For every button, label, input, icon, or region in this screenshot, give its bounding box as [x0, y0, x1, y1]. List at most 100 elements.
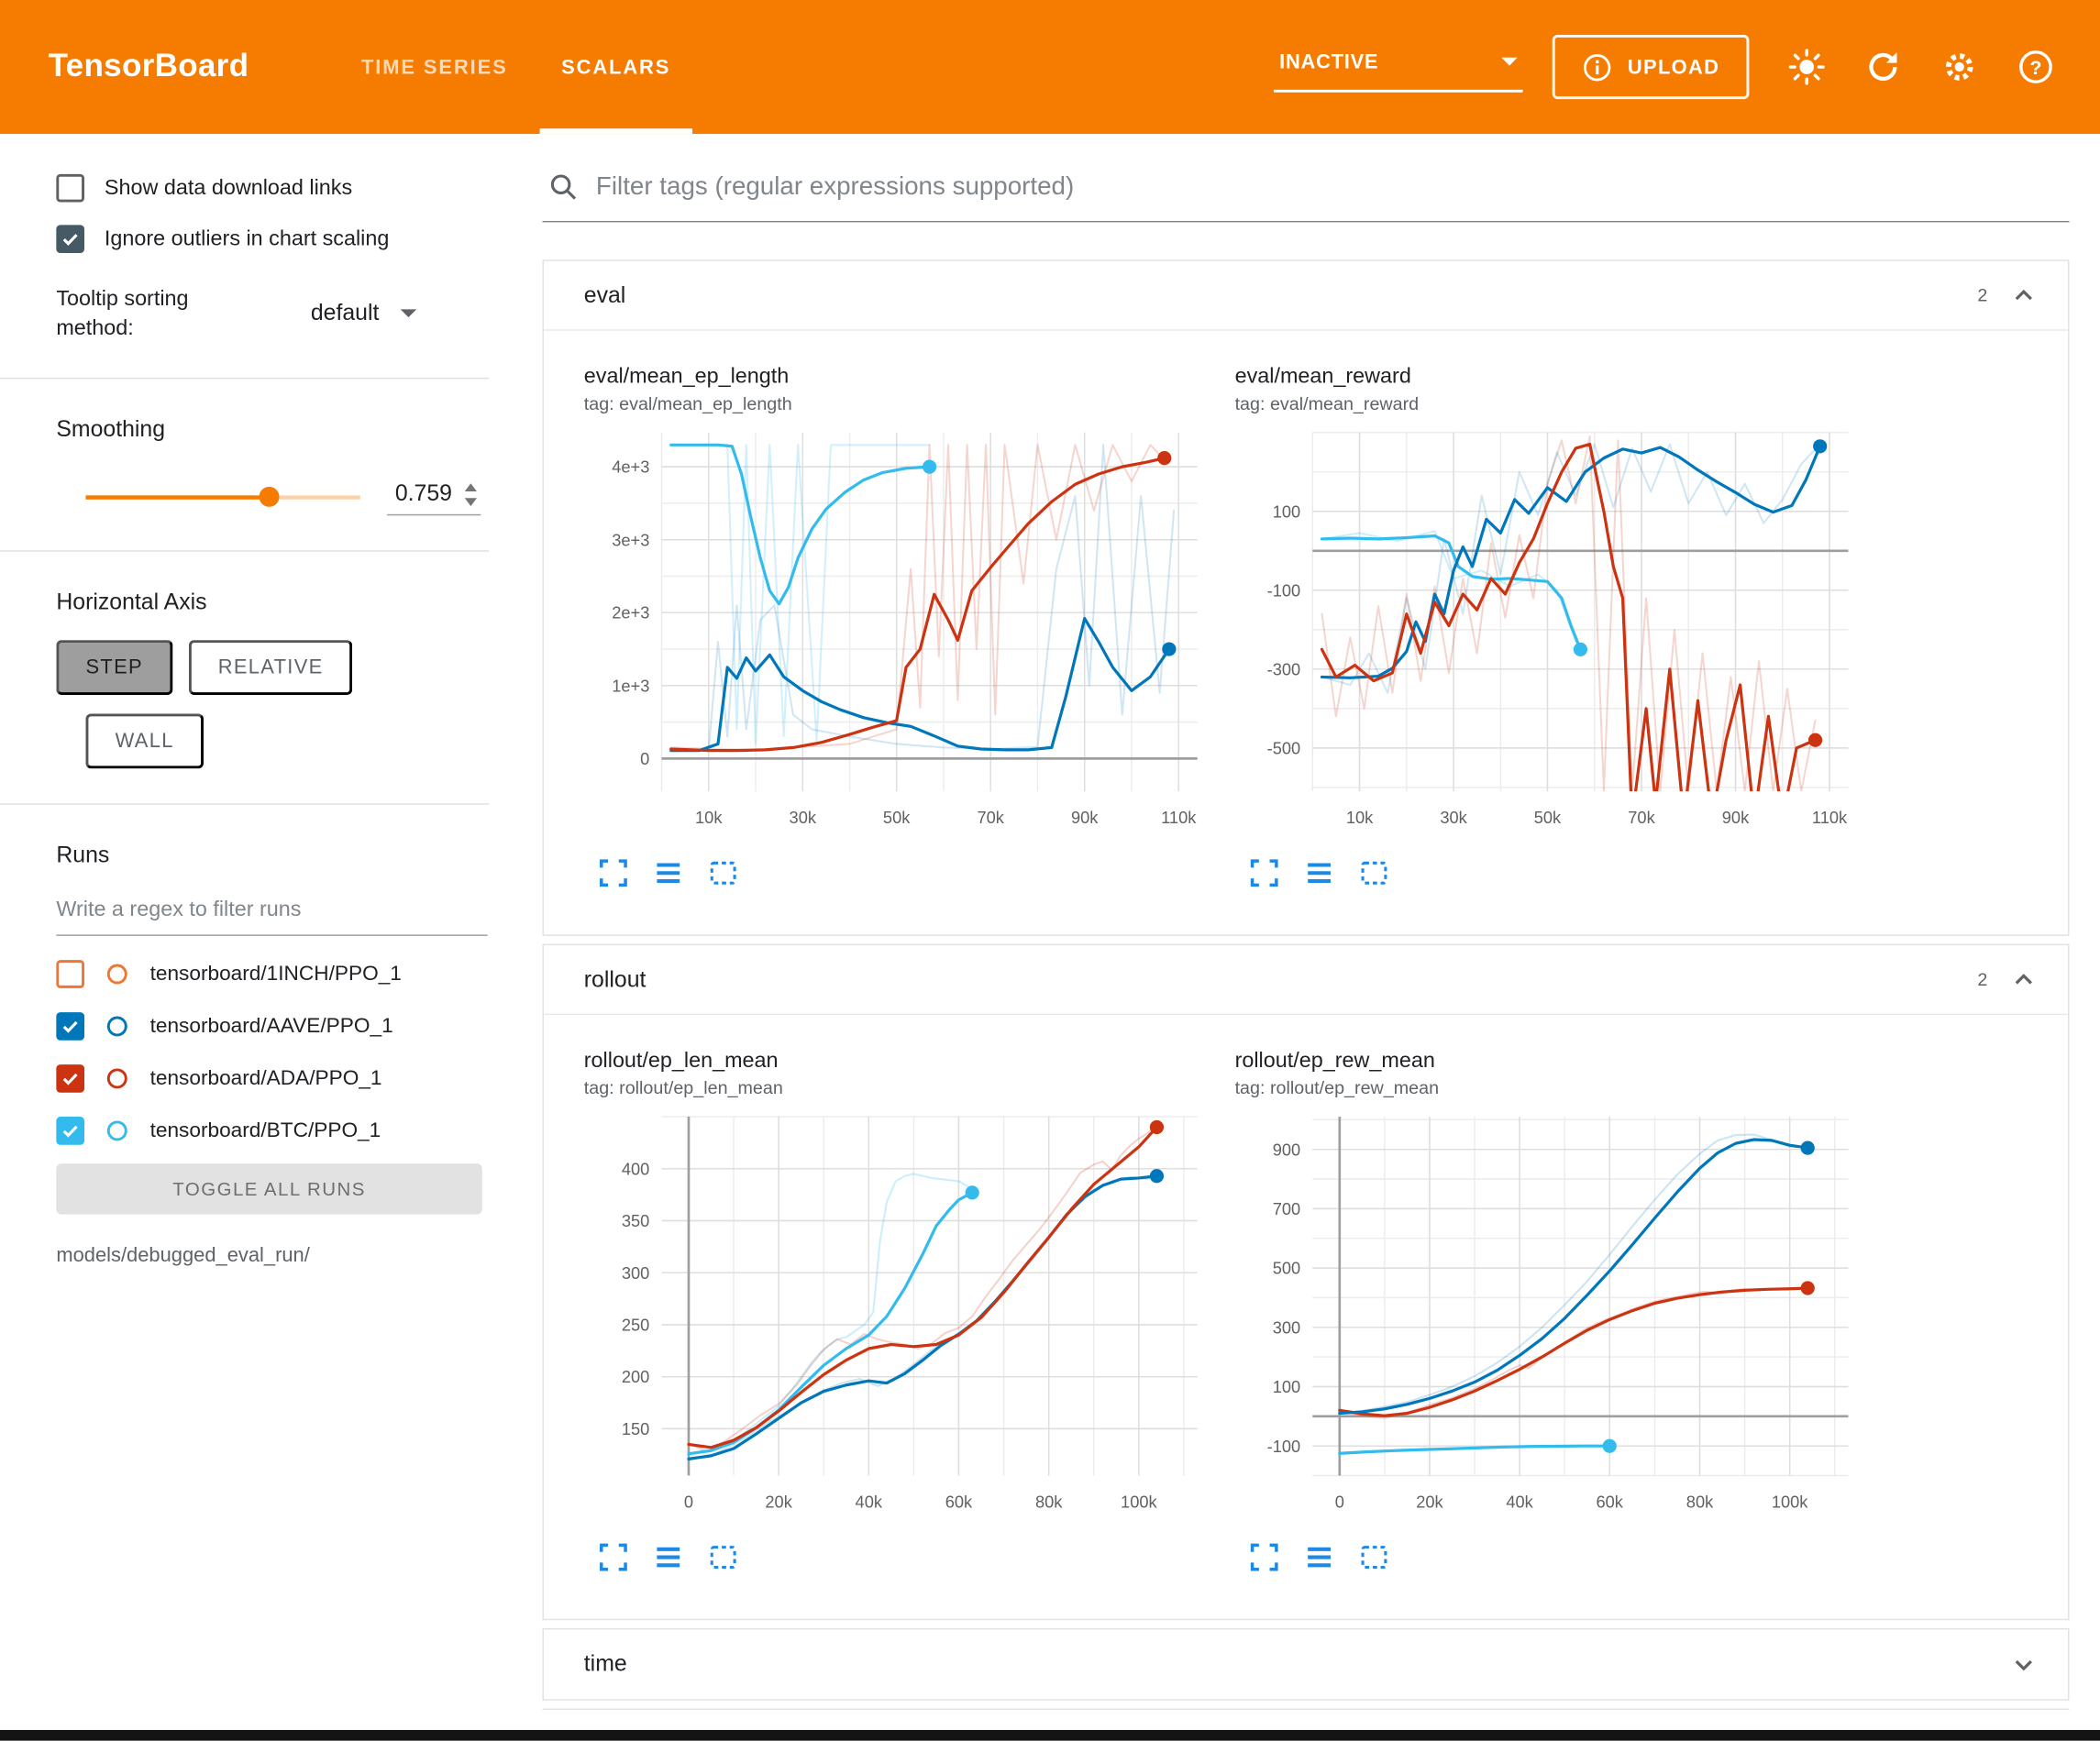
- svg-text:40k: 40k: [1506, 1493, 1533, 1512]
- run-row-ada[interactable]: tensorboard/ADA/PPO_1: [56, 1064, 489, 1093]
- search-icon: [547, 171, 579, 203]
- svg-text:110k: 110k: [1812, 808, 1848, 827]
- chevron-down-icon[interactable]: [2009, 1649, 2039, 1679]
- section-rollout: rollout 2 rollout/ep_len_mean tag: rollo…: [543, 944, 2070, 1621]
- app-header: TensorBoard TIME SERIES SCALARS INACTIVE…: [0, 0, 2100, 134]
- fit-data-icon[interactable]: [707, 1541, 739, 1573]
- settings-sidebar: Show data download links Ignore outliers…: [0, 134, 523, 1741]
- svg-text:500: 500: [1273, 1259, 1300, 1278]
- run-checkbox[interactable]: [56, 1064, 84, 1093]
- line-chart[interactable]: 020k40k60k80k100k-100100300500700900: [1235, 1106, 1864, 1527]
- svg-text:70k: 70k: [977, 808, 1004, 827]
- svg-text:20k: 20k: [765, 1493, 792, 1512]
- fit-data-icon[interactable]: [1358, 857, 1390, 889]
- fit-data-icon[interactable]: [707, 857, 739, 889]
- section-eval-header[interactable]: eval 2: [544, 261, 2068, 331]
- horizontal-axis-label: Horizontal Axis: [56, 590, 489, 616]
- svg-text:0: 0: [640, 749, 649, 768]
- smoothing-slider-fill: [85, 496, 270, 500]
- section-rollout-header[interactable]: rollout 2: [544, 945, 2068, 1015]
- chart-rollout-ep-len-mean: rollout/ep_len_mean tag: rollout/ep_len_…: [584, 1050, 1213, 1573]
- svg-text:100: 100: [1273, 501, 1300, 521]
- line-chart[interactable]: 10k30k50k70k90k110k01e+32e+33e+34e+3: [584, 422, 1213, 843]
- upload-button[interactable]: UPLOAD: [1553, 35, 1749, 99]
- ignore-outliers-checkbox[interactable]: Ignore outliers in chart scaling: [56, 225, 489, 253]
- chevron-up-icon[interactable]: [2009, 964, 2039, 994]
- svg-text:40k: 40k: [856, 1493, 883, 1512]
- svg-text:80k: 80k: [1035, 1493, 1063, 1512]
- chart-toolbar: [584, 857, 1213, 889]
- expand-chart-icon[interactable]: [597, 857, 629, 889]
- spinner-arrows-icon[interactable]: [463, 481, 478, 507]
- toggle-all-runs-button[interactable]: TOGGLE ALL RUNS: [56, 1163, 481, 1214]
- section-eval: eval 2 eval/mean_ep_length tag: eval/mea…: [543, 259, 2070, 936]
- checkbox-icon[interactable]: [56, 225, 84, 253]
- svg-text:30k: 30k: [790, 808, 817, 827]
- chart-menu-icon[interactable]: [1303, 857, 1335, 889]
- svg-text:4e+3: 4e+3: [612, 457, 649, 477]
- axis-step-button[interactable]: STEP: [56, 640, 172, 695]
- tooltip-sorting-dropdown[interactable]: default: [311, 300, 416, 329]
- svg-text:1e+3: 1e+3: [612, 676, 649, 695]
- chevron-up-icon[interactable]: [2009, 281, 2039, 310]
- svg-text:50k: 50k: [1534, 808, 1562, 827]
- svg-text:-100: -100: [1267, 1437, 1301, 1456]
- expand-chart-icon[interactable]: [597, 1541, 629, 1573]
- main-tabs: TIME SERIES SCALARS: [335, 0, 698, 134]
- status-dropdown[interactable]: INACTIVE: [1274, 42, 1523, 92]
- runs-filter-input[interactable]: [56, 891, 487, 937]
- run-color-ring[interactable]: [107, 964, 127, 985]
- chart-menu-icon[interactable]: [652, 1541, 684, 1573]
- smoothing-value-input[interactable]: 0.759: [387, 479, 481, 516]
- checkbox-icon[interactable]: [56, 174, 84, 203]
- run-row-1inch[interactable]: tensorboard/1INCH/PPO_1: [56, 960, 489, 988]
- run-checkbox[interactable]: [56, 1117, 84, 1145]
- help-icon[interactable]: ?: [2017, 49, 2055, 86]
- axis-wall-button[interactable]: WALL: [85, 714, 203, 769]
- svg-text:300: 300: [1273, 1317, 1300, 1337]
- chevron-down-icon: [401, 309, 417, 317]
- run-row-aave[interactable]: tensorboard/AAVE/PPO_1: [56, 1012, 489, 1041]
- svg-text:70k: 70k: [1628, 808, 1655, 827]
- svg-text:60k: 60k: [945, 1493, 973, 1512]
- tab-time-series[interactable]: TIME SERIES: [335, 0, 535, 134]
- run-checkbox[interactable]: [56, 1012, 84, 1041]
- chart-toolbar: [1235, 1541, 1864, 1573]
- svg-text:50k: 50k: [883, 808, 911, 827]
- svg-text:200: 200: [622, 1367, 649, 1386]
- tab-scalars[interactable]: SCALARS: [535, 0, 698, 134]
- smoothing-slider-thumb[interactable]: [260, 487, 280, 507]
- next-section-edge: [543, 1709, 2070, 1727]
- svg-text:10k: 10k: [695, 808, 723, 827]
- tag-filter-input[interactable]: [596, 172, 2064, 202]
- svg-text:300: 300: [622, 1263, 649, 1283]
- chart-menu-icon[interactable]: [652, 857, 684, 889]
- brightness-icon[interactable]: [1788, 49, 1826, 86]
- divider: [0, 378, 489, 379]
- run-row-btc[interactable]: tensorboard/BTC/PPO_1: [56, 1117, 489, 1145]
- chart-menu-icon[interactable]: [1303, 1541, 1335, 1573]
- run-color-ring[interactable]: [107, 1017, 127, 1037]
- axis-relative-button[interactable]: RELATIVE: [189, 640, 353, 695]
- svg-text:700: 700: [1273, 1199, 1300, 1218]
- tooltip-sorting-row: Tooltip sorting method: default: [56, 285, 489, 343]
- eval-charts: eval/mean_ep_length tag: eval/mean_ep_le…: [544, 331, 2068, 935]
- show-download-links-checkbox[interactable]: Show data download links: [56, 174, 489, 203]
- expand-chart-icon[interactable]: [1248, 857, 1280, 889]
- svg-text:100k: 100k: [1772, 1493, 1808, 1512]
- svg-text:0: 0: [1335, 1493, 1344, 1512]
- svg-text:2e+3: 2e+3: [612, 603, 649, 623]
- smoothing-slider[interactable]: [85, 484, 359, 511]
- run-color-ring[interactable]: [107, 1069, 127, 1089]
- section-time: time: [543, 1628, 2070, 1701]
- section-time-header[interactable]: time: [544, 1629, 2068, 1699]
- settings-gear-icon[interactable]: [1940, 49, 1978, 86]
- fit-data-icon[interactable]: [1358, 1541, 1390, 1573]
- svg-text:?: ?: [2029, 57, 2041, 79]
- run-color-ring[interactable]: [107, 1121, 127, 1141]
- expand-chart-icon[interactable]: [1248, 1541, 1280, 1573]
- line-chart[interactable]: 020k40k60k80k100k150200250300350400: [584, 1106, 1213, 1527]
- line-chart[interactable]: 10k30k50k70k90k110k100-100-300-500: [1235, 422, 1864, 843]
- refresh-icon[interactable]: [1864, 49, 1902, 86]
- run-checkbox[interactable]: [56, 960, 84, 988]
